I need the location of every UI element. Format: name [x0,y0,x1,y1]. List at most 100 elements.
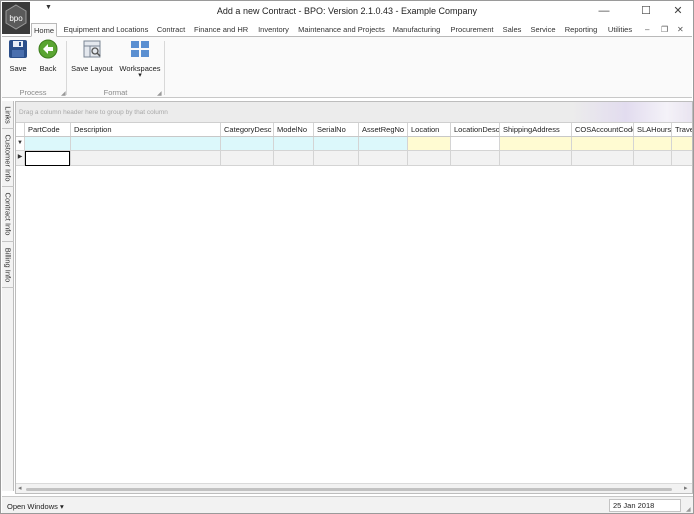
maximize-button[interactable]: ☐ [633,3,659,19]
group-by-panel[interactable]: Drag a column header here to group by th… [16,102,692,123]
filter-cell-cosaccountcode[interactable] [572,137,634,150]
resize-grip-icon[interactable]: ◢ [686,506,691,513]
contract-lines-grid[interactable]: Drag a column header here to group by th… [15,101,693,494]
save-layout-button-label: Save Layout [71,64,113,73]
workspaces-button[interactable]: Workspaces ▾ [118,39,162,79]
open-windows-dropdown[interactable]: Open Windows ▾ [7,502,64,511]
group-by-hint: Drag a column header here to group by th… [19,109,168,116]
tab-inventory[interactable]: Inventory [255,23,292,37]
column-header-location[interactable]: Location [408,123,451,136]
row-cell-serialno[interactable] [314,151,359,165]
side-tab-customer-info[interactable]: Customer Info [2,129,14,187]
row-indicator-icon: ▶ [16,151,25,165]
scroll-left-icon[interactable]: ◂ [18,484,22,492]
logo-text: bpo [9,14,23,23]
auto-filter-row: ▼ [16,137,692,151]
row-cell-categorydesc[interactable] [221,151,274,165]
side-tab-strip: Links Customer Info Contract Info Billin… [2,101,14,491]
filter-cell-categorydesc[interactable] [221,137,274,150]
ribbon-tab-bar: Home Equipment and Locations Contract Fi… [31,23,693,37]
row-cell-shippingaddress[interactable] [500,151,572,165]
side-tab-label: Contract Info [3,192,13,236]
side-tab-billing-info[interactable]: Billing Info [2,242,14,288]
minimize-button[interactable]: — [591,3,617,19]
save-layout-icon [69,39,115,61]
row-cell-locationdesc[interactable] [451,151,500,165]
window-title: Add a new Contract - BPO: Version 2.1.0.… [216,6,478,16]
column-header-shippingaddress[interactable]: ShippingAddress [500,123,572,136]
column-header-row: PartCode Description CategoryDesc ModelN… [16,123,692,137]
filter-cell-traveltime[interactable] [672,137,692,150]
tab-utilities[interactable]: Utilities [605,23,635,37]
save-button[interactable]: Save [5,39,31,73]
tab-maintenance-and-projects[interactable]: Maintenance and Projects [298,23,385,37]
floppy-disk-icon [5,39,31,61]
row-cell-assetregno[interactable] [359,151,408,165]
process-group-label: Process [19,88,47,97]
filter-cell-assetregno[interactable] [359,137,408,150]
filter-cell-slahours[interactable] [634,137,672,150]
table-row[interactable]: ▶ [16,151,692,166]
column-header-modelno[interactable]: ModelNo [274,123,314,136]
group-divider [66,41,67,95]
filter-cell-locationdesc[interactable] [451,137,500,150]
close-button[interactable]: ✕ [665,3,691,19]
column-header-categorydesc[interactable]: CategoryDesc [221,123,274,136]
side-tab-links[interactable]: Links [2,101,14,129]
status-bar: Open Windows ▾ 25 Jan 2018 ◢ [2,496,693,513]
filter-cell-modelno[interactable] [274,137,314,150]
workspaces-icon [118,39,162,61]
column-header-assetregno[interactable]: AssetRegNo [359,123,408,136]
column-header-locationdesc[interactable]: LocationDesc [451,123,500,136]
ribbon: Save Back Process ◢ Save Layout Workspac… [2,36,692,98]
process-group-launcher-icon[interactable]: ◢ [61,90,66,97]
save-layout-button[interactable]: Save Layout [69,39,115,73]
scroll-right-icon[interactable]: ▸ [684,484,688,492]
tab-sales[interactable]: Sales [501,23,523,37]
header-indicator-cell [16,123,25,136]
column-header-slahours[interactable]: SLAHours [634,123,672,136]
save-button-label: Save [9,64,27,73]
back-button[interactable]: Back [35,39,61,73]
back-button-label: Back [39,64,57,73]
tab-manufacturing[interactable]: Manufacturing [391,23,442,37]
filter-cell-description[interactable] [71,137,221,150]
side-tab-contract-info[interactable]: Contract Info [2,187,14,242]
filter-cell-serialno[interactable] [314,137,359,150]
column-header-serialno[interactable]: SerialNo [314,123,359,136]
tab-equipment-and-locations[interactable]: Equipment and Locations [63,23,149,37]
mdi-close-button[interactable]: ✕ [677,25,684,34]
tab-contract[interactable]: Contract [154,23,188,37]
side-tab-label: Links [3,105,13,124]
row-cell-location[interactable] [408,151,451,165]
column-header-cosaccountcode[interactable]: COSAccountCode [572,123,634,136]
column-header-traveltime[interactable]: TravelTime [672,123,692,136]
filter-cell-location[interactable] [408,137,451,150]
tab-finance-and-hr[interactable]: Finance and HR [194,23,248,37]
filter-cell-shippingaddress[interactable] [500,137,572,150]
scrollbar-thumb[interactable] [26,488,672,491]
current-date-field[interactable]: 25 Jan 2018 [609,499,681,512]
format-group-launcher-icon[interactable]: ◢ [157,90,162,97]
back-arrow-icon [35,39,61,61]
filter-cell-partcode[interactable] [25,137,71,150]
format-group-label: Format [103,88,128,97]
focused-cell-editor[interactable] [25,151,70,166]
row-cell-slahours[interactable] [634,151,672,165]
mdi-minimize-button[interactable]: – [645,25,649,34]
mdi-restore-button[interactable]: ❐ [661,25,668,34]
row-cell-modelno[interactable] [274,151,314,165]
chevron-down-icon: ▾ [138,72,142,79]
row-cell-cosaccountcode[interactable] [572,151,634,165]
tab-home[interactable]: Home [31,23,57,37]
tab-reporting[interactable]: Reporting [563,23,599,37]
row-cell-description[interactable] [71,151,221,165]
column-header-partcode[interactable]: PartCode [25,123,71,136]
row-cell-traveltime[interactable] [672,151,692,165]
horizontal-scrollbar[interactable]: ◂ ▸ [16,483,692,493]
app-logo[interactable]: bpo [2,2,30,34]
side-tab-label: Customer Info [3,133,13,182]
column-header-description[interactable]: Description [71,123,221,136]
tab-procurement[interactable]: Procurement [449,23,495,37]
tab-service[interactable]: Service [529,23,557,37]
